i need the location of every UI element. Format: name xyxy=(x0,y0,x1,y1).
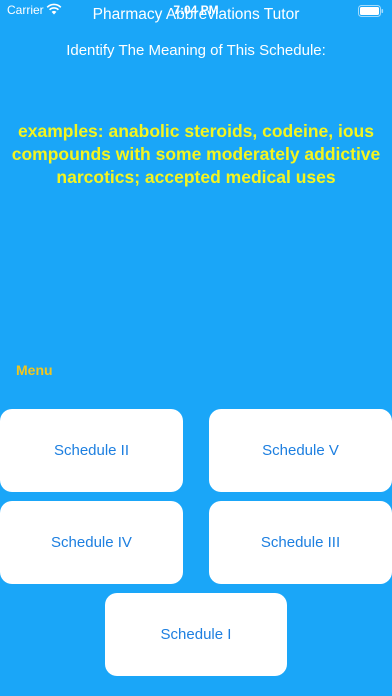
answer-button-schedule-i[interactable]: Schedule I xyxy=(105,593,287,676)
schedule-description: examples: anabolic steroids, codeine, io… xyxy=(11,121,381,187)
question-text: Identify The Meaning of This Schedule: xyxy=(66,42,326,59)
answer-button-schedule-ii[interactable]: Schedule II xyxy=(0,409,183,492)
answer-button-schedule-iii[interactable]: Schedule III xyxy=(209,501,392,584)
answer-button-schedule-v[interactable]: Schedule V xyxy=(209,409,392,492)
menu-button[interactable]: Menu xyxy=(16,362,53,378)
app-title: Pharmacy Abbreviations Tutor xyxy=(92,6,300,23)
answer-button-schedule-iv[interactable]: Schedule IV xyxy=(0,501,183,584)
